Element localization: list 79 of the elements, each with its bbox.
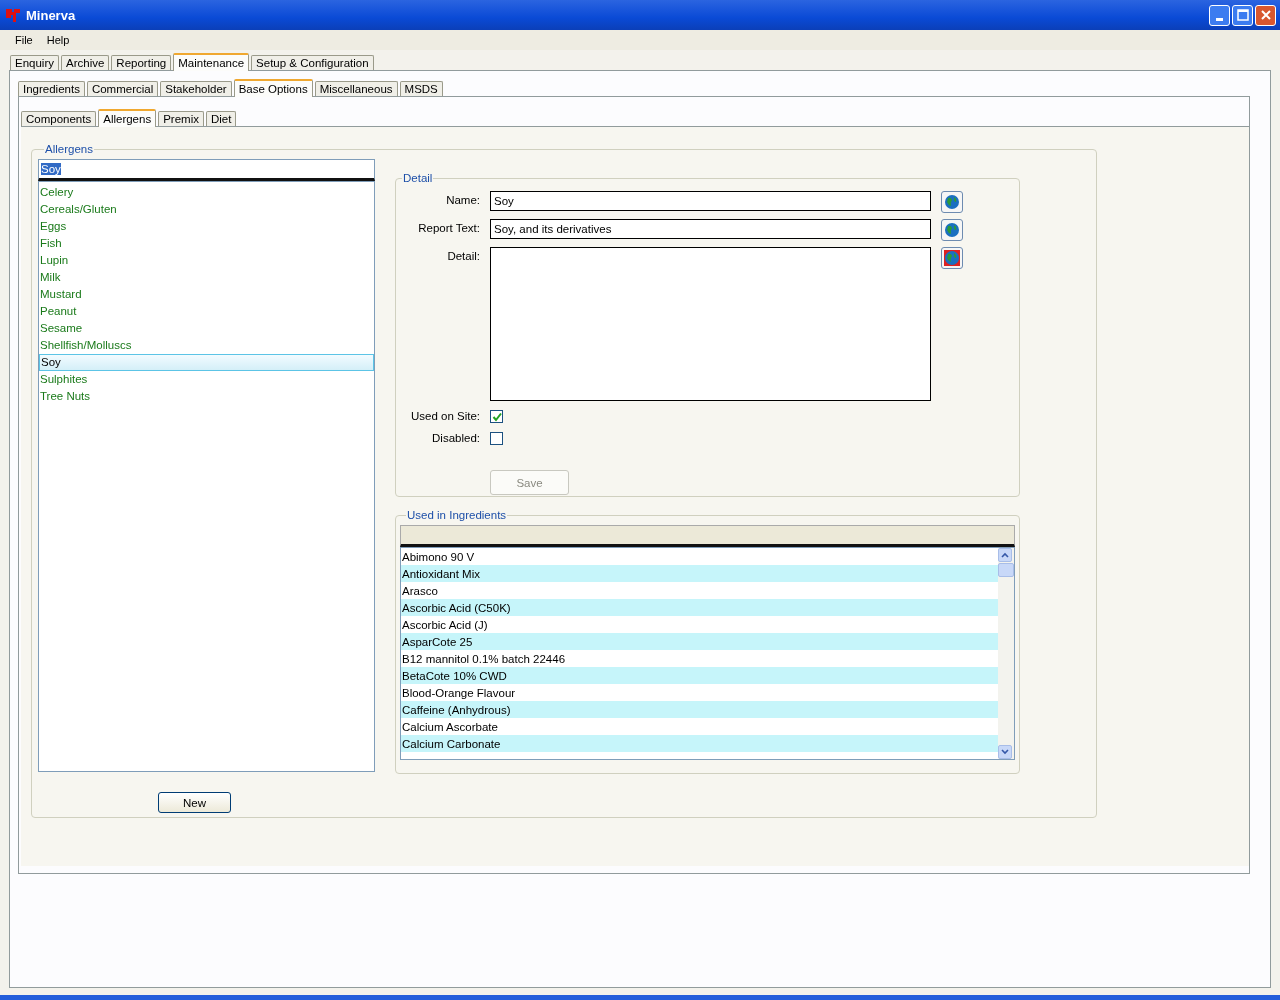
tab[interactable]: Maintenance <box>173 53 250 71</box>
list-item[interactable]: Sulphites <box>39 370 374 388</box>
new-button[interactable]: New <box>158 792 231 813</box>
detail-field[interactable] <box>490 247 931 401</box>
name-field[interactable]: Soy <box>490 191 931 211</box>
globe-icon <box>944 222 960 238</box>
field-label: Detail: <box>446 249 480 262</box>
globe-icon <box>944 250 960 266</box>
tab[interactable]: Miscellaneous <box>314 81 398 96</box>
scroll-up-button[interactable] <box>998 548 1012 562</box>
table-row[interactable]: Blood-Orange Flavour <box>401 684 998 701</box>
list-item[interactable]: Cereals/Gluten <box>39 200 374 218</box>
table-row[interactable]: Ascorbic Acid (J) <box>401 616 998 633</box>
table-row[interactable]: B12 mannitol 0.1% batch 22446 <box>401 650 998 667</box>
list-item[interactable]: Eggs <box>39 217 374 235</box>
table-row[interactable]: Ascorbic Acid (C50K) <box>401 599 998 616</box>
table-row[interactable]: Abimono 90 V <box>401 548 998 565</box>
save-button[interactable]: Save <box>490 470 569 495</box>
list-item[interactable]: Shellfish/Molluscs <box>39 336 374 354</box>
chevron-up-icon <box>1001 552 1009 558</box>
list-item[interactable]: Tree Nuts <box>39 387 374 405</box>
list-item[interactable]: Mustard <box>39 285 374 303</box>
table-row[interactable]: Calcium Carbonate <box>401 735 998 752</box>
tab[interactable]: Archive <box>61 55 110 70</box>
tab[interactable]: Diet <box>205 111 237 126</box>
translate-button[interactable] <box>941 191 963 213</box>
tab[interactable]: Commercial <box>86 81 159 96</box>
chevron-down-icon <box>1001 749 1009 755</box>
menu-item[interactable]: Help <box>39 32 77 50</box>
maximize-button[interactable] <box>1232 4 1253 26</box>
field-label: Report Text: <box>417 221 480 234</box>
tab[interactable]: Base Options <box>233 79 313 97</box>
menu-item[interactable]: File <box>8 32 40 50</box>
app-logo-icon <box>4 7 22 23</box>
minimize-button[interactable] <box>1209 4 1230 26</box>
group-title: Allergens <box>44 143 94 155</box>
field-label: Used on Site: <box>409 409 480 422</box>
tab[interactable]: Components <box>21 111 97 126</box>
tab[interactable]: MSDS <box>399 81 443 96</box>
list-item[interactable]: Soy <box>39 353 374 371</box>
minimize-icon <box>1216 17 1223 21</box>
group-title: Used in Ingredients <box>406 509 508 521</box>
list-item[interactable]: Milk <box>39 268 374 286</box>
list-item[interactable]: Fish <box>39 234 374 252</box>
field-label: Name: <box>445 193 480 206</box>
scroll-down-button[interactable] <box>998 745 1012 759</box>
check-icon <box>491 411 502 422</box>
list-item[interactable]: Lupin <box>39 251 374 269</box>
field-label: Disabled: <box>431 431 480 444</box>
tab[interactable]: Allergens <box>98 109 157 127</box>
table-row[interactable]: Antioxidant Mix <box>401 565 998 582</box>
checkbox[interactable] <box>490 410 503 423</box>
table-row[interactable]: Arasco <box>401 582 998 599</box>
close-button[interactable] <box>1255 4 1276 26</box>
table-row[interactable]: AsparCote 25 <box>401 633 998 650</box>
window-title: Minerva <box>26 7 76 23</box>
close-icon <box>1259 9 1272 21</box>
table-row[interactable]: BetaCote 10% CWD <box>401 667 998 684</box>
tab[interactable]: Reporting <box>111 55 172 70</box>
tab[interactable]: Setup & Configuration <box>251 55 374 70</box>
maximize-icon <box>1236 9 1249 21</box>
list-item[interactable]: Celery <box>39 183 374 201</box>
search-field[interactable]: Soy <box>38 159 375 181</box>
tab[interactable]: Ingredients <box>18 81 85 96</box>
checkbox[interactable] <box>490 432 503 445</box>
table-row[interactable]: Caffeine (Anhydrous) <box>401 701 998 718</box>
report-text-field[interactable]: Soy, and its derivatives <box>490 219 931 239</box>
translate-button[interactable] <box>941 219 963 241</box>
group-title: Detail <box>402 172 434 184</box>
scrollbar-thumb[interactable] <box>998 563 1014 577</box>
translate-button[interactable] <box>941 247 963 269</box>
scrollbar[interactable] <box>998 548 1014 759</box>
list-item[interactable]: Peanut <box>39 302 374 320</box>
tab[interactable]: Premix <box>158 111 204 126</box>
tab[interactable]: Enquiry <box>10 55 59 70</box>
table-row[interactable]: Calcium Ascorbate <box>401 718 998 735</box>
list-item[interactable]: Sesame <box>39 319 374 337</box>
globe-icon <box>944 194 960 210</box>
tab[interactable]: Stakeholder <box>160 81 232 96</box>
